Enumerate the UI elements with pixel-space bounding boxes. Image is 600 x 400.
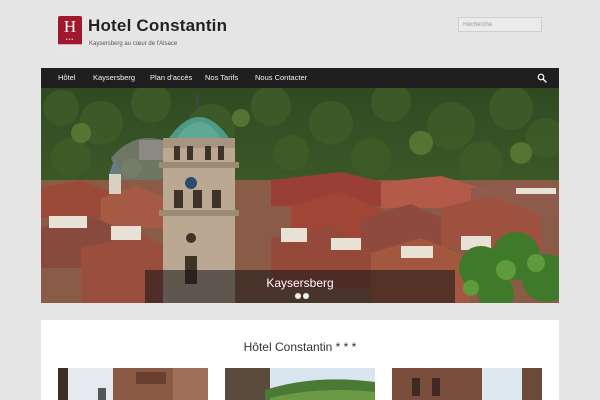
main-navigation: Hôtel Kaysersberg Plan d'accès Nos Tarif… — [41, 68, 559, 88]
slider-dot-1[interactable] — [295, 293, 301, 299]
site-title[interactable]: Hotel Constantin — [88, 16, 227, 36]
logo-stars: ••• — [65, 37, 75, 43]
nav-item-contact[interactable]: Nous Contacter — [255, 68, 307, 88]
main-content: Hôtel Constantin * * * — [41, 320, 559, 400]
vineyard-photo — [225, 368, 375, 400]
slide-caption-text: Kaysersberg — [266, 276, 334, 290]
search-icon[interactable] — [537, 73, 547, 83]
nav-item-kaysersberg[interactable]: Kaysersberg — [93, 68, 135, 88]
street-photo — [58, 368, 208, 400]
logo-base — [58, 44, 82, 50]
thumbnail-church[interactable] — [392, 368, 542, 400]
site-tagline: Kaysersberg au cœur de l'Alsace — [89, 41, 178, 47]
site-logo[interactable]: H ••• — [58, 16, 82, 50]
nav-item-hotel[interactable]: Hôtel — [58, 68, 76, 88]
page-title: Hôtel Constantin * * * — [243, 340, 357, 354]
nav-item-plan-acces[interactable]: Plan d'accès — [150, 68, 192, 88]
thumbnail-street[interactable] — [58, 368, 208, 400]
search-input[interactable] — [458, 17, 542, 32]
thumbnail-vineyard[interactable] — [225, 368, 375, 400]
logo-letter: H — [63, 17, 77, 36]
church-photo — [392, 368, 542, 400]
nav-item-tarifs[interactable]: Nos Tarifs — [205, 68, 238, 88]
hero-slider[interactable]: Kaysersberg — [41, 88, 559, 303]
slider-dot-2[interactable] — [303, 293, 309, 299]
